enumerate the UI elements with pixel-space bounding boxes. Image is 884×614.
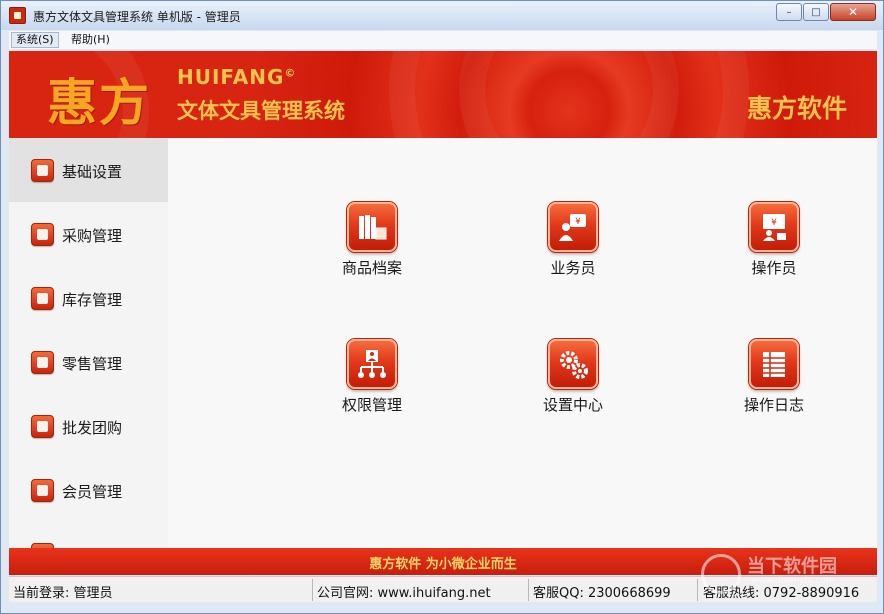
member-icon (31, 479, 54, 502)
brand-english-name: HUIFANG© (177, 65, 297, 89)
status-divider (528, 579, 529, 601)
sidebar-item-wholesale[interactable]: 批发团购 (9, 394, 168, 458)
sidebar-item-basic-settings[interactable]: 基础设置 (9, 138, 168, 202)
main-panel: 商品档案 ¥ 业务员 ¥ 操作员 权限管理 设置中心 操作日志 (168, 138, 877, 548)
status-login: 当前登录: 管理员 (13, 586, 113, 601)
sidebar-item-retail[interactable]: 零售管理 (9, 330, 168, 394)
purchase-bag-icon (31, 223, 54, 246)
gears-icon (548, 339, 598, 389)
status-divider (697, 579, 698, 601)
settings-icon (31, 159, 54, 182)
retail-icon (31, 351, 54, 374)
tile-label: 操作日志 (743, 396, 804, 414)
product-name: 文体文具管理系统 (177, 99, 345, 123)
sidebar-item-label: 会员管理 (62, 483, 123, 501)
tile-operator[interactable]: ¥ 操作员 (714, 202, 834, 292)
menu-bar: 系统(S) 帮助(H) (9, 31, 877, 49)
salesperson-icon: ¥ (548, 202, 598, 252)
window-title: 惠方文体文具管理系统 单机版 - 管理员 (33, 10, 241, 24)
tile-settings-center[interactable]: 设置中心 (513, 339, 633, 429)
svg-text:¥: ¥ (575, 217, 581, 227)
watermark-text: 当下软件园 (747, 556, 837, 577)
status-qq: 客服QQ: 2300668699 (533, 586, 671, 601)
menu-help[interactable]: 帮助(H) (67, 32, 114, 48)
title-bar[interactable]: 惠方文体文具管理系统 单机版 - 管理员 – □ ✕ (1, 1, 883, 30)
books-box-icon (347, 202, 397, 252)
tile-permission-management[interactable]: 权限管理 (312, 339, 432, 429)
permission-tree-icon (347, 339, 397, 389)
app-window: 惠方文体文具管理系统 单机版 - 管理员 – □ ✕ 系统(S) 帮助(H) 惠… (0, 0, 884, 614)
close-button[interactable]: ✕ (830, 3, 876, 21)
tile-product-archive[interactable]: 商品档案 (312, 202, 432, 292)
sidebar-item-inventory[interactable]: 库存管理 (9, 266, 168, 330)
company-name: 惠方软件 (747, 94, 848, 123)
wholesale-icon (31, 415, 54, 438)
tile-label: 业务员 (550, 259, 596, 277)
log-table-icon (749, 339, 799, 389)
sidebar-item-purchase[interactable]: 采购管理 (9, 202, 168, 266)
watermark-logo-icon (701, 554, 741, 594)
app-icon[interactable] (9, 7, 26, 24)
sidebar-item-label: 基础设置 (62, 163, 123, 181)
status-website: 公司官网: www.ihuifang.net (317, 586, 491, 601)
header-banner: 惠方 HUIFANG© 文体文具管理系统 惠方软件 (9, 51, 877, 138)
brand-logo-text: 惠方 (47, 73, 151, 132)
minimize-button[interactable]: – (776, 3, 802, 21)
tile-label: 商品档案 (341, 259, 402, 277)
watermark: 当下软件园 www.downxia.com (701, 548, 871, 600)
menu-system[interactable]: 系统(S) (11, 32, 59, 48)
sidebar-item-member[interactable]: 会员管理 (9, 458, 168, 522)
watermark-url: www.downxia.com (751, 576, 835, 586)
tile-salesperson[interactable]: ¥ 业务员 (513, 202, 633, 292)
status-divider (312, 579, 313, 601)
sidebar-item-label: 库存管理 (62, 291, 123, 309)
sidebar-item-label: 采购管理 (62, 227, 123, 245)
maximize-button[interactable]: □ (803, 3, 829, 21)
sidebar-item-partial[interactable] (9, 522, 168, 548)
tile-label: 操作员 (751, 259, 797, 277)
inventory-icon (31, 287, 54, 310)
operator-icon: ¥ (749, 202, 799, 252)
sidebar-item-label: 批发团购 (62, 419, 123, 437)
tile-operation-log[interactable]: 操作日志 (714, 339, 834, 429)
tile-label: 设置中心 (542, 396, 603, 414)
sidebar: 基础设置 采购管理 库存管理 零售管理 批发团购 会员管理 (9, 138, 168, 548)
svg-text:¥: ¥ (771, 218, 777, 228)
tile-label: 权限管理 (341, 396, 402, 414)
sidebar-item-label: 零售管理 (62, 355, 123, 373)
